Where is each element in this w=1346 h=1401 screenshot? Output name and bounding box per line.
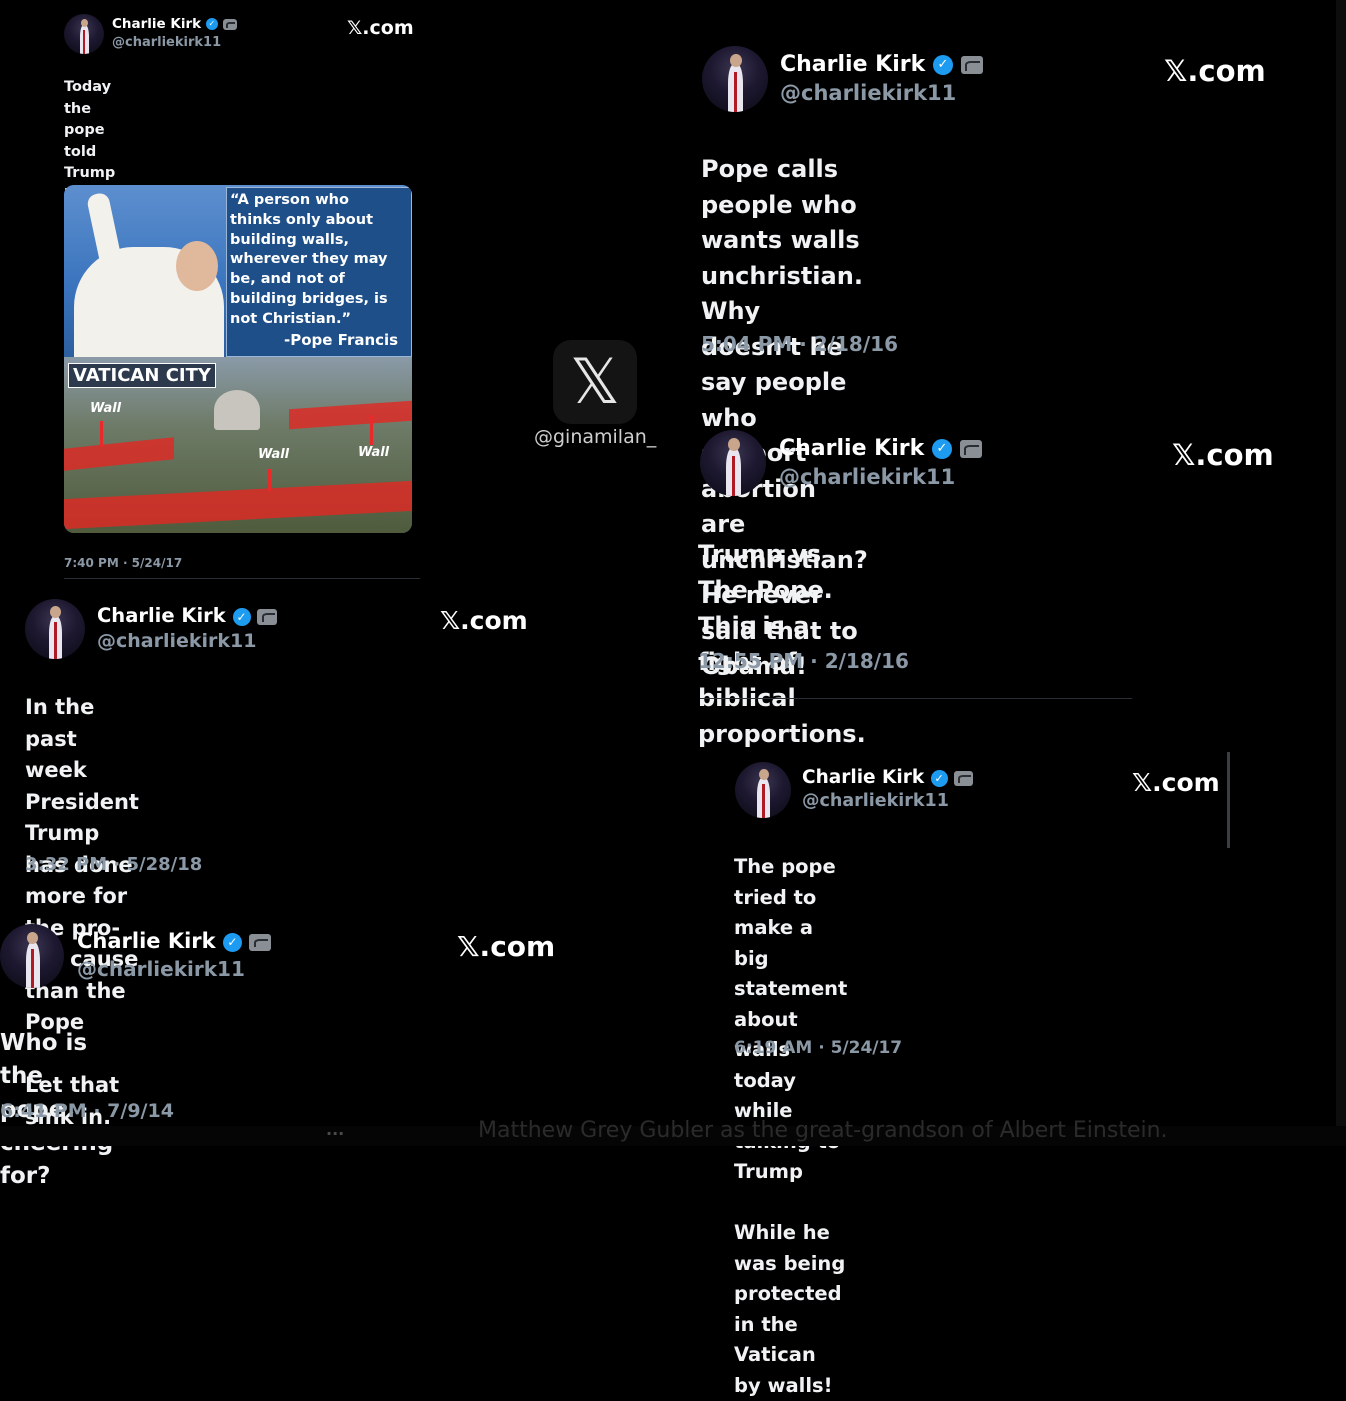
tweet-image[interactable]: “A person who thinks only about building…: [64, 185, 412, 533]
verified-icon: ✓: [205, 18, 218, 30]
affiliate-icon: [222, 18, 237, 30]
quote-author: -Pope Francis: [284, 331, 399, 349]
verified-icon: ✓: [930, 769, 948, 787]
more-icon[interactable]: ···: [326, 1124, 344, 1143]
x-com-label: 𝕏.com: [1164, 54, 1266, 88]
divider: [64, 578, 420, 579]
wall-label: Wall: [258, 447, 290, 462]
watermark: @ginamilan_: [534, 426, 657, 448]
wall-label: Wall: [90, 401, 122, 416]
tweet-text: Trump vs The Pope. This is a fight of bi…: [698, 540, 866, 748]
tweet-timestamp[interactable]: 12:55 PM · 2/18/16: [698, 649, 909, 673]
tweet-timestamp[interactable]: 6:19 AM · 5/24/17: [734, 1038, 902, 1058]
affiliate-icon: [954, 770, 974, 786]
x-com-label: 𝕏.com: [1132, 768, 1220, 797]
tweet-timestamp[interactable]: 3:32 PM · 5/28/18: [25, 854, 202, 875]
avatar[interactable]: [702, 46, 768, 112]
wall-label: Wall: [358, 445, 390, 460]
vatican-city-label: VATICAN CITY: [68, 363, 216, 388]
verified-icon: ✓: [232, 607, 251, 626]
basilica-dome: [214, 390, 260, 430]
author-name: Charlie Kirk ✓: [112, 16, 237, 32]
avatar[interactable]: [735, 762, 791, 818]
x-com-label: 𝕏.com: [347, 17, 414, 39]
affiliate-icon: [249, 933, 272, 951]
author-handle[interactable]: @charliekirk11: [780, 81, 956, 105]
avatar[interactable]: [64, 14, 104, 54]
tweet-timestamp[interactable]: 5:04 PM · 2/18/16: [701, 332, 898, 356]
affiliate-icon: [959, 440, 982, 458]
author-handle[interactable]: @charliekirk11: [779, 465, 955, 489]
x-com-label: 𝕏.com: [440, 606, 528, 635]
avatar[interactable]: [0, 924, 64, 988]
avatar[interactable]: [700, 430, 766, 496]
right-edge: [1336, 0, 1346, 1146]
verified-icon: ✓: [932, 55, 953, 75]
affiliate-icon: [960, 56, 983, 74]
affiliate-icon: [257, 608, 278, 625]
verified-icon: ✓: [222, 932, 242, 952]
author-handle[interactable]: @charliekirk11: [77, 957, 245, 981]
author-handle[interactable]: @charliekirk11: [112, 35, 221, 50]
quote-text: “A person who thinks only about building…: [230, 192, 388, 327]
x-com-label: 𝕏.com: [457, 930, 556, 963]
tweet-timestamp[interactable]: 7:40 PM · 5/24/17: [64, 556, 182, 570]
tweet-timestamp[interactable]: 6:41 PM · 7/9/14: [0, 1100, 174, 1122]
bottom-caption: Matthew Grey Gubler as the great-grandso…: [478, 1118, 1168, 1143]
author-name: Charlie Kirk ✓: [97, 604, 278, 627]
scroll-indicator: [1227, 752, 1230, 848]
avatar[interactable]: [25, 599, 85, 659]
verified-icon: ✓: [931, 439, 952, 459]
author-handle[interactable]: @charliekirk11: [802, 791, 949, 811]
author-name: Charlie Kirk ✓: [780, 52, 983, 77]
x-logo-icon: 𝕏: [553, 340, 637, 424]
author-name: Charlie Kirk ✓: [779, 436, 982, 461]
x-com-label: 𝕏.com: [1172, 438, 1274, 472]
author-name: Charlie Kirk ✓: [802, 767, 974, 788]
divider: [700, 698, 1132, 699]
author-handle[interactable]: @charliekirk11: [97, 630, 257, 652]
author-name: Charlie Kirk ✓: [77, 929, 272, 953]
